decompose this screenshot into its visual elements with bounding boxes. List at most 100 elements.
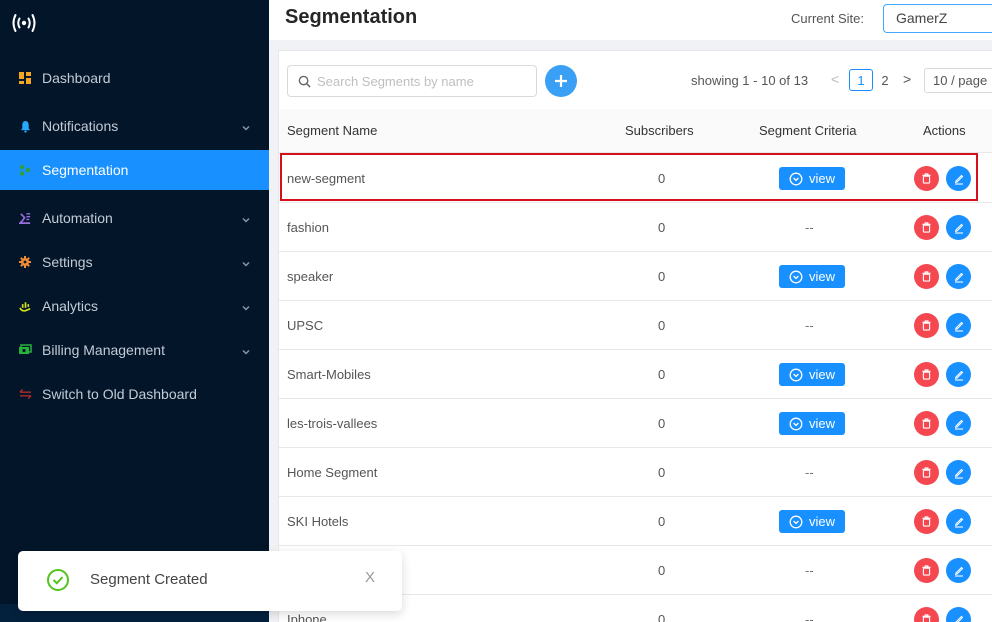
delete-segment-button[interactable] (914, 460, 939, 485)
pencil-icon (954, 615, 963, 622)
edit-segment-button[interactable] (946, 411, 971, 436)
segment-name: les-trois-vallees (287, 416, 378, 431)
segment-name: UPSC (287, 318, 324, 333)
sidebar-item-label: Notifications (42, 118, 119, 134)
view-label: view (808, 171, 835, 186)
subscriber-count: 0 (658, 171, 666, 186)
segment-name: Smart-Mobiles (287, 367, 371, 382)
sidebar-item-segmentation[interactable]: Segmentation (0, 150, 269, 190)
edit-segment-button[interactable] (946, 558, 971, 583)
view-criteria-button[interactable]: view (779, 167, 845, 190)
analytics-hand-icon (18, 299, 32, 313)
edit-segment-button[interactable] (946, 264, 971, 289)
pagination-summary: showing 1 - 10 of 13 (691, 73, 809, 88)
table-row: SKI Hotels 0 view (279, 497, 992, 546)
page-size-select[interactable]: 10 / page (924, 68, 992, 93)
segment-name: new-segment (287, 171, 366, 186)
broadcast-icon[interactable] (10, 10, 38, 36)
delete-segment-button[interactable] (914, 215, 939, 240)
delete-segment-button[interactable] (914, 558, 939, 583)
view-criteria-button[interactable]: view (779, 265, 845, 288)
criteria-empty: -- (805, 563, 814, 578)
sidebar-item-settings[interactable]: Settings (0, 242, 269, 282)
sidebar-item-billing-management[interactable]: Billing Management (0, 330, 269, 370)
trash-icon (922, 565, 931, 576)
table-row: UPSC 0 -- (279, 301, 992, 350)
delete-segment-button[interactable] (914, 509, 939, 534)
pagination-page-1[interactable]: 1 (849, 69, 873, 91)
column-header-subscribers: Subscribers (625, 123, 694, 138)
view-criteria-button[interactable]: view (779, 363, 845, 386)
sidebar-item-analytics[interactable]: Analytics (0, 286, 269, 326)
pencil-icon (954, 272, 963, 283)
edit-segment-button[interactable] (946, 362, 971, 387)
chevron-circle-icon (789, 368, 803, 381)
pagination-prev-button[interactable]: < (831, 71, 843, 87)
chevron-down-icon (241, 344, 251, 355)
view-label: view (808, 367, 835, 382)
sidebar-item-automation[interactable]: Automation (0, 198, 269, 238)
view-criteria-button[interactable]: view (779, 510, 845, 533)
close-icon[interactable]: X (365, 569, 379, 586)
edit-segment-button[interactable] (946, 607, 971, 622)
view-label: view (808, 416, 835, 431)
search-input[interactable] (317, 73, 527, 89)
plus-icon (555, 75, 567, 87)
criteria-empty: -- (805, 465, 814, 480)
criteria-empty: -- (805, 318, 814, 333)
sidebar-item-switch-old-dashboard[interactable]: Switch to Old Dashboard (0, 374, 269, 414)
delete-segment-button[interactable] (914, 166, 939, 191)
table-row: les-trois-vallees 0 view (279, 399, 992, 448)
toast-message: Segment Created (90, 571, 208, 588)
criteria-empty: -- (805, 220, 814, 235)
edit-segment-button[interactable] (946, 313, 971, 338)
edit-segment-button[interactable] (946, 166, 971, 191)
segment-name: SKI Hotels (287, 514, 349, 529)
chevron-circle-icon (789, 515, 803, 528)
pencil-icon (954, 321, 963, 332)
subscriber-count: 0 (658, 318, 666, 333)
money-bill-icon (18, 343, 32, 357)
segment-nodes-icon (18, 163, 32, 177)
edit-segment-button[interactable] (946, 215, 971, 240)
sidebar-item-dashboard[interactable]: Dashboard (0, 58, 269, 98)
sidebar-item-notifications[interactable]: Notifications (0, 106, 269, 146)
search-icon (298, 75, 311, 88)
delete-segment-button[interactable] (914, 411, 939, 436)
edit-segment-button[interactable] (946, 509, 971, 534)
column-header-actions: Actions (923, 123, 966, 138)
add-segment-button[interactable] (545, 65, 577, 97)
current-site-select[interactable]: GamerZ (883, 4, 992, 33)
chevron-down-icon (241, 120, 251, 131)
delete-segment-button[interactable] (914, 313, 939, 338)
view-label: view (808, 514, 835, 529)
pencil-icon (954, 174, 963, 185)
view-criteria-button[interactable]: view (779, 412, 845, 435)
pagination-page-2[interactable]: 2 (873, 69, 897, 91)
sidebar: Dashboard Notifications Segmentation Aut… (0, 0, 269, 622)
trash-icon (922, 516, 931, 527)
chevron-circle-icon (789, 172, 803, 185)
table-row: speaker 0 view (279, 252, 992, 301)
trash-icon (922, 222, 931, 233)
trash-icon (922, 320, 931, 331)
table-row: Smart-Mobiles 0 view (279, 350, 992, 399)
subscriber-count: 0 (658, 416, 666, 431)
delete-segment-button[interactable] (914, 264, 939, 289)
check-circle-icon (47, 569, 69, 591)
segment-name: speaker (287, 269, 334, 284)
column-header-segment-name: Segment Name (287, 123, 378, 138)
sidebar-item-label: Analytics (42, 298, 99, 314)
sidebar-item-label: Billing Management (42, 342, 165, 358)
sidebar-item-label: Segmentation (42, 162, 129, 178)
search-box[interactable] (287, 65, 537, 97)
column-header-segment-criteria: Segment Criteria (759, 123, 857, 138)
pagination-next-button[interactable]: > (903, 71, 915, 87)
dashboard-grid-icon (18, 71, 32, 85)
edit-segment-button[interactable] (946, 460, 971, 485)
table-row: Home Segment 0 -- (279, 448, 992, 497)
delete-segment-button[interactable] (914, 607, 939, 622)
delete-segment-button[interactable] (914, 362, 939, 387)
table-row: new-segment 0 view (279, 154, 992, 203)
table-row: fashion 0 -- (279, 203, 992, 252)
